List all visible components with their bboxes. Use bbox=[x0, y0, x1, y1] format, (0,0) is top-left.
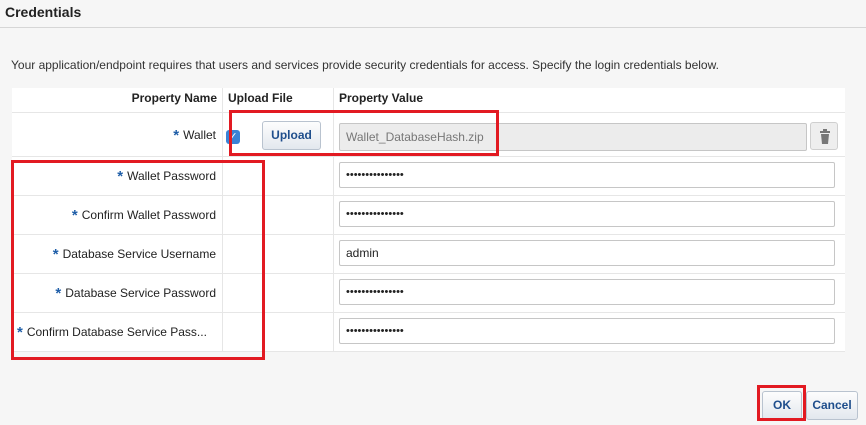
confirm-database-password-field[interactable]: ••••••••••••••• bbox=[339, 318, 835, 344]
required-marker: * bbox=[173, 127, 180, 144]
database-password-field[interactable]: ••••••••••••••• bbox=[339, 279, 835, 305]
wallet-password-field[interactable]: ••••••••••••••• bbox=[339, 162, 835, 188]
upload-highlight-box bbox=[229, 110, 499, 156]
dialog-description: Your application/endpoint requires that … bbox=[11, 58, 719, 72]
dialog-title: Credentials bbox=[5, 4, 82, 20]
dialog-header: Credentials bbox=[0, 0, 866, 28]
confirm-wallet-password-field[interactable]: ••••••••••••••• bbox=[339, 201, 835, 227]
database-username-field[interactable]: admin bbox=[339, 240, 835, 266]
header-upload-file: Upload File bbox=[228, 91, 293, 105]
header-property-name: Property Name bbox=[131, 91, 217, 105]
row-divider bbox=[12, 156, 845, 157]
fields-highlight-box bbox=[11, 160, 265, 360]
header-property-value: Property Value bbox=[339, 91, 424, 105]
delete-file-button[interactable] bbox=[810, 122, 838, 150]
wallet-label: * Wallet bbox=[173, 127, 216, 144]
cancel-button[interactable]: Cancel bbox=[806, 391, 858, 420]
ok-highlight-box bbox=[757, 385, 806, 421]
trash-icon bbox=[820, 129, 830, 144]
